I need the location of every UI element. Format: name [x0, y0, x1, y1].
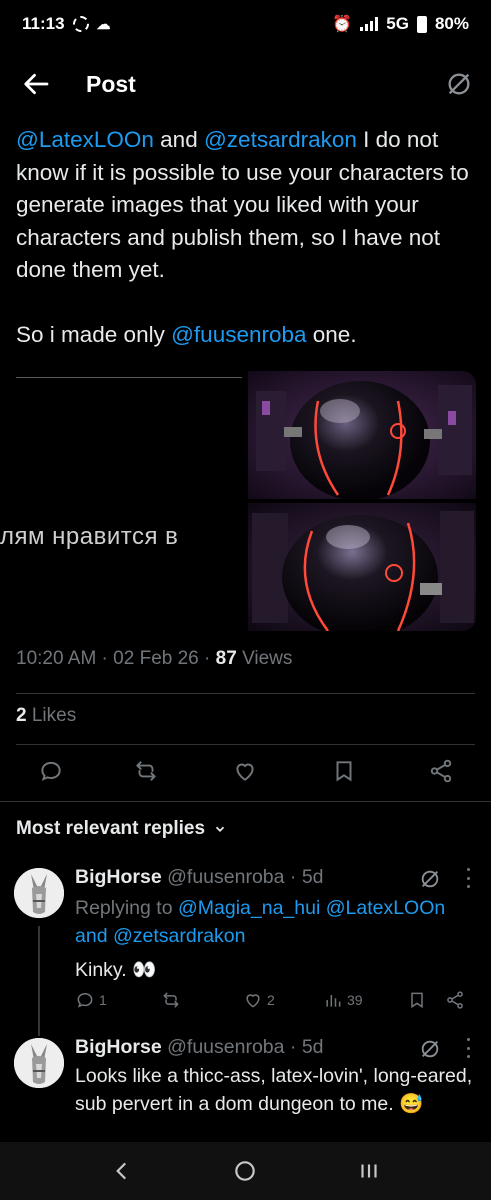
nav-home-icon[interactable]: [232, 1158, 258, 1184]
signal-icon: [360, 17, 379, 31]
replies-sort-label: Most relevant replies: [16, 818, 206, 839]
divider: [16, 744, 475, 745]
reply-age: 5d: [301, 866, 324, 888]
tweet-text-part: one.: [306, 322, 357, 347]
nav-back-icon[interactable]: [109, 1158, 135, 1184]
divider: [16, 693, 475, 694]
battery-icon: [416, 15, 427, 33]
reply-reply-button[interactable]: 1: [75, 990, 107, 1010]
views-icon: [326, 995, 341, 1007]
media-image-latex-figure-bottom[interactable]: [248, 503, 476, 631]
nav-recents-icon[interactable]: [356, 1158, 382, 1184]
reply-author-handle[interactable]: @fuusenroba: [167, 1036, 284, 1058]
mention-link[interactable]: @fuusenroba: [171, 322, 306, 347]
share-icon[interactable]: [428, 758, 454, 784]
reply-icon[interactable]: [38, 758, 64, 784]
tweet-text-part: So i made only: [16, 322, 172, 347]
likes-count: 2: [16, 705, 27, 726]
chevron-down-icon: [215, 826, 225, 832]
media-image-latex-figure-top[interactable]: [248, 371, 476, 499]
bookmark-icon[interactable]: [407, 990, 427, 1010]
reply-header: BigHorse @fuusenroba · 5d: [75, 866, 324, 888]
mention-link[interactable]: @LatexLOOn: [16, 127, 154, 152]
media-image-screenshot[interactable]: лям нравится в: [0, 371, 246, 631]
mention-link[interactable]: @zetsardrakon: [204, 127, 357, 152]
post-date: 02 Feb 26: [113, 648, 199, 669]
status-left: 11:13 ☁: [22, 14, 111, 34]
like-icon[interactable]: [232, 758, 258, 784]
reply-actions: 1 2 39: [75, 990, 475, 1016]
replying-to-prefix: Replying to: [75, 897, 178, 919]
notification-icon: [72, 16, 89, 32]
cloud-icon: ☁: [96, 15, 111, 32]
donkey-avatar-icon: [14, 868, 64, 918]
repost-icon: [163, 992, 179, 1008]
post-header: Post: [0, 58, 491, 110]
battery-percent: 80%: [434, 14, 469, 33]
media-overlay-text: лям нравится в: [0, 523, 179, 550]
tweet-text: @LatexLOOn and @zetsardrakon I do not kn…: [16, 124, 476, 352]
post-actions: [0, 756, 491, 788]
post-time: 10:20 AM: [16, 648, 97, 669]
likes-label: Likes: [31, 705, 77, 726]
divider: [16, 377, 242, 378]
share-icon[interactable]: [445, 990, 465, 1010]
media-grid: лям нравится в: [0, 371, 476, 631]
reply-repost-button[interactable]: [161, 990, 181, 1010]
reply-text: Looks like a thicc-ass, latex-lovin', lo…: [75, 1065, 473, 1115]
more-options-icon[interactable]: [465, 1038, 471, 1058]
avatar[interactable]: [14, 1038, 64, 1088]
replies-sort-dropdown[interactable]: Most relevant replies: [16, 818, 227, 840]
status-time: 11:13: [22, 14, 65, 33]
latex-figure-illustration: [248, 503, 476, 631]
reply-like-button[interactable]: 2: [243, 990, 275, 1010]
repost-icon[interactable]: [133, 758, 159, 784]
reply-author-handle[interactable]: @fuusenroba: [167, 866, 284, 888]
views-count: 87: [215, 648, 237, 669]
thread-line: [38, 926, 40, 1036]
donkey-avatar-icon: [14, 1038, 64, 1088]
replying-to: Replying to @Magia_na_hui @LatexLOOn and…: [75, 894, 475, 950]
tweet-text-part: and: [153, 127, 204, 152]
reply-text: Kinky. 👀: [75, 959, 157, 981]
likes-summary[interactable]: 2 Likes: [16, 705, 76, 727]
reply-age: 5d: [301, 1036, 324, 1058]
network-label: 5G: [386, 14, 409, 33]
avatar[interactable]: [14, 868, 64, 918]
bookmark-icon[interactable]: [331, 758, 357, 784]
post-meta: 10:20 AM · 02 Feb 26 · 87 Views: [16, 648, 293, 669]
grok-icon[interactable]: [419, 868, 441, 890]
reply-icon: [77, 992, 93, 1008]
views-label: Views: [242, 648, 293, 669]
more-options-icon[interactable]: [465, 868, 471, 888]
system-navigation-bar: [0, 1142, 491, 1200]
like-count: 2: [267, 992, 275, 1008]
status-right: ⏰ 5G 80%: [332, 14, 469, 34]
page-title: Post: [86, 70, 136, 97]
status-bar: 11:13 ☁ ⏰ 5G 80%: [0, 0, 491, 48]
reply-author-name[interactable]: BigHorse: [75, 866, 162, 888]
reply-author-name[interactable]: BigHorse: [75, 1036, 162, 1058]
reply-count: 1: [99, 992, 107, 1008]
divider: [0, 801, 491, 802]
latex-figure-illustration: [248, 371, 476, 499]
alarm-icon: ⏰: [332, 16, 353, 33]
back-arrow-icon[interactable]: [22, 69, 52, 99]
reply-views-button[interactable]: 39: [323, 990, 363, 1010]
grok-icon[interactable]: [419, 1038, 441, 1060]
reply-header: BigHorse @fuusenroba · 5d: [75, 1036, 324, 1058]
grok-icon[interactable]: [445, 70, 473, 98]
view-count: 39: [347, 992, 363, 1008]
like-icon: [246, 994, 260, 1008]
